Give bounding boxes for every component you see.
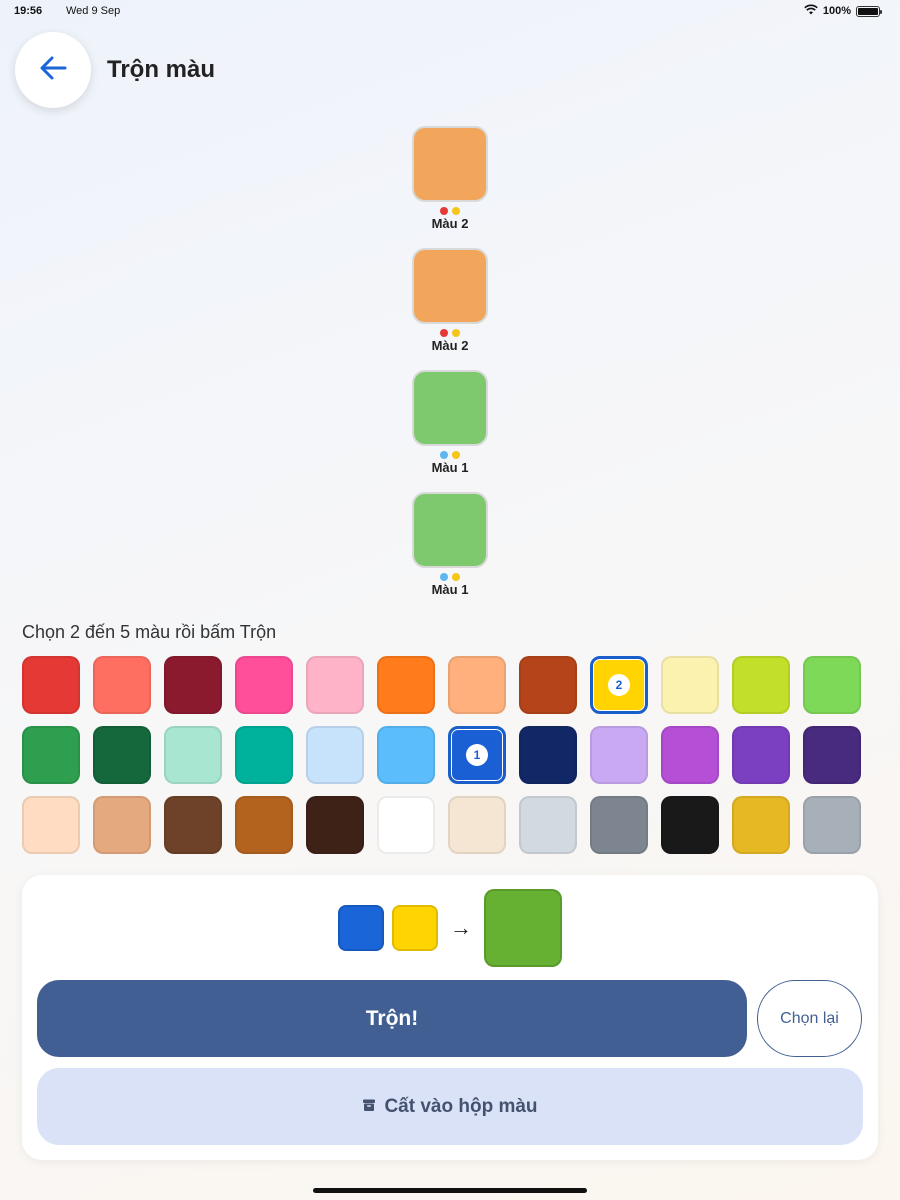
palette-swatch[interactable] (22, 796, 80, 854)
stack-item: Màu 1 (411, 492, 489, 614)
stack-swatch[interactable] (412, 370, 488, 446)
palette-swatch[interactable]: 1 (448, 726, 506, 784)
selection-order-badge: 1 (466, 744, 488, 766)
palette-swatch[interactable] (803, 796, 861, 854)
ingredient-dot (452, 451, 460, 459)
save-button-label: Cất vào hộp màu (384, 1095, 538, 1117)
ingredient-dot (452, 329, 460, 337)
palette-swatch[interactable] (235, 796, 293, 854)
palette-swatch[interactable] (803, 726, 861, 784)
palette-swatch[interactable] (306, 726, 364, 784)
palette-swatch[interactable] (93, 796, 151, 854)
stack-swatch[interactable] (412, 492, 488, 568)
ingredient-dot (440, 329, 448, 337)
palette-swatch[interactable] (661, 656, 719, 714)
palette-swatch[interactable] (732, 726, 790, 784)
stack-label: Màu 1 (431, 460, 469, 475)
home-indicator (313, 1188, 587, 1193)
palette-swatch[interactable] (732, 656, 790, 714)
palette-swatch[interactable] (22, 656, 80, 714)
palette-swatch[interactable] (93, 726, 151, 784)
mix-button-label: Trộn! (365, 1006, 419, 1030)
palette-swatch[interactable] (803, 656, 861, 714)
mix-panel: → Trộn! Chọn lại Cất vào hộp màu (22, 875, 878, 1160)
palette-swatch[interactable] (519, 726, 577, 784)
stack-label: Màu 1 (431, 582, 469, 597)
palette-swatch[interactable] (519, 656, 577, 714)
ingredient-dots (411, 329, 489, 337)
ingredient-dots (411, 451, 489, 459)
reset-button[interactable]: Chọn lại (757, 980, 862, 1057)
palette-swatch[interactable] (235, 656, 293, 714)
palette-swatch[interactable] (377, 656, 435, 714)
palette-swatch[interactable] (661, 796, 719, 854)
status-time: 19:56 (14, 5, 43, 17)
stack-item: Màu 2 (411, 126, 489, 248)
battery-icon (856, 5, 882, 17)
palette-swatch[interactable] (590, 726, 648, 784)
mix-button[interactable]: Trộn! (37, 980, 747, 1057)
palette-swatch[interactable] (377, 796, 435, 854)
selection-order-badge: 2 (608, 674, 630, 696)
wifi-icon (804, 4, 818, 18)
battery-percent: 100% (822, 5, 851, 17)
save-to-box-button[interactable]: Cất vào hộp màu (37, 1068, 863, 1145)
stack-swatch[interactable] (412, 126, 488, 202)
palette-swatch[interactable] (661, 726, 719, 784)
palette-swatch[interactable] (93, 656, 151, 714)
stack-item: Màu 1 (411, 370, 489, 492)
arrow-right-icon: → (450, 915, 472, 940)
palette-swatch[interactable] (164, 726, 222, 784)
ingredient-dot (440, 207, 448, 215)
preview-input-swatch (392, 905, 438, 951)
palette-swatch[interactable] (448, 656, 506, 714)
preview-input-swatch (338, 905, 384, 951)
ingredient-dot (440, 451, 448, 459)
ingredient-dot (440, 573, 448, 581)
status-bar: 19:56 Wed 9 Sep 100% (0, 0, 900, 22)
page-title: Trộn màu (107, 56, 216, 83)
palette-swatch[interactable] (235, 726, 293, 784)
palette-swatch[interactable] (306, 796, 364, 854)
palette-swatch[interactable] (590, 796, 648, 854)
palette-swatch[interactable] (164, 796, 222, 854)
status-date: Wed 9 Sep (66, 5, 121, 17)
reset-button-label: Chọn lại (780, 1009, 839, 1027)
palette-swatch[interactable] (306, 656, 364, 714)
archive-box-icon (362, 1096, 376, 1118)
palette-swatch[interactable] (448, 796, 506, 854)
palette-swatch[interactable] (519, 796, 577, 854)
instruction-text: Chọn 2 đến 5 màu rồi bấm Trộn (22, 622, 277, 642)
stack-item: Màu 2 (411, 248, 489, 370)
arrow-left-icon (38, 53, 68, 88)
back-button[interactable] (15, 32, 91, 108)
ingredient-dot (452, 207, 460, 215)
ingredient-dot (452, 573, 460, 581)
preview-result-swatch (484, 889, 562, 967)
palette-swatch[interactable] (377, 726, 435, 784)
palette-swatch[interactable]: 2 (590, 656, 648, 714)
status-right: 100% (804, 4, 882, 18)
stack-label: Màu 2 (431, 338, 469, 353)
stack-label: Màu 2 (431, 216, 469, 231)
ingredient-dots (411, 573, 489, 581)
palette-swatch[interactable] (22, 726, 80, 784)
palette-swatch[interactable] (732, 796, 790, 854)
stack-swatch[interactable] (412, 248, 488, 324)
palette-swatch[interactable] (164, 656, 222, 714)
ingredient-dots (411, 207, 489, 215)
mix-stack: Màu 2 Màu 2 Màu 1 Màu 1 (411, 126, 489, 614)
